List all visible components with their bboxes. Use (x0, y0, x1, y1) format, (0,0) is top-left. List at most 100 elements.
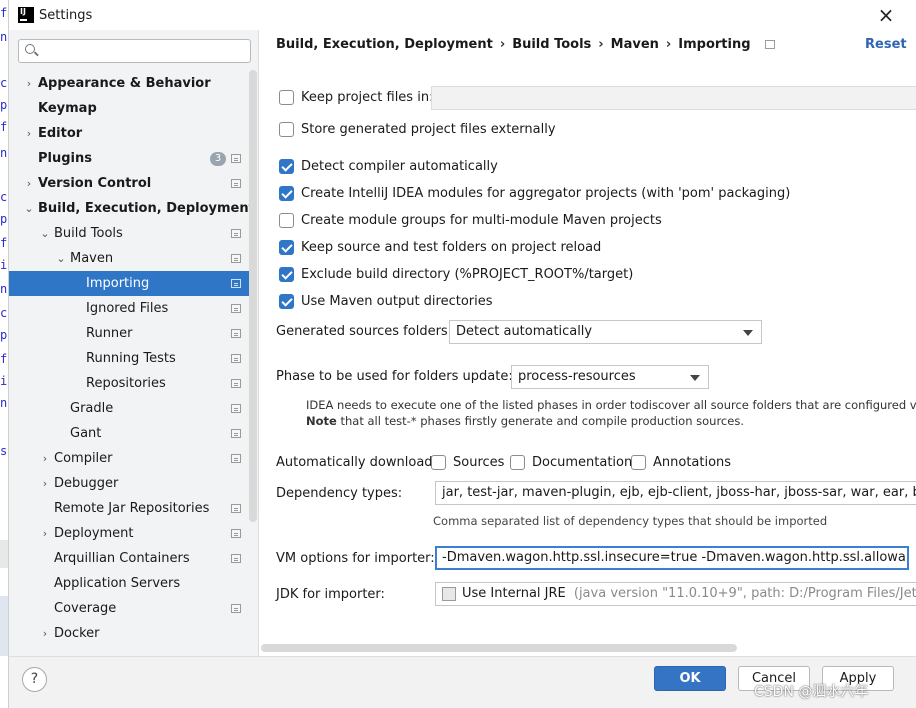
ok-button[interactable]: OK (654, 666, 726, 691)
chevron-down-icon[interactable]: ⌄ (55, 246, 67, 271)
sidebar-item[interactable]: Gradle (9, 396, 251, 421)
use-output-label: Use Maven output directories (301, 294, 493, 309)
update-count-badge: 3 (210, 152, 226, 166)
sidebar-item-label: Build Tools (54, 226, 123, 241)
chevron-right-icon[interactable]: › (23, 121, 35, 146)
close-icon[interactable]: × (875, 4, 897, 26)
project-scope-icon (231, 454, 241, 463)
generated-sources-dropdown[interactable]: Detect automatically (449, 320, 762, 344)
detect-compiler-box[interactable] (279, 159, 294, 174)
documentation-box[interactable] (510, 455, 525, 470)
exclude-build-box[interactable] (279, 267, 294, 282)
keep-source-box[interactable] (279, 240, 294, 255)
dependency-types-label: Dependency types: (276, 486, 403, 501)
sidebar-item[interactable]: Remote Jar Repositories (9, 496, 251, 521)
project-scope-icon (231, 354, 241, 363)
project-files-path-field[interactable] (431, 86, 916, 110)
sidebar-item-label: Editor (38, 126, 83, 141)
sidebar-scrollbar[interactable] (249, 70, 257, 522)
sidebar-item[interactable]: › Editor (9, 121, 251, 146)
keep-project-files-label: Keep project files in: (301, 90, 434, 105)
project-scope-icon (231, 429, 241, 438)
annotations-label: Annotations (653, 455, 732, 470)
sidebar-item[interactable]: › Version Control (9, 171, 251, 196)
breadcrumb-item: Maven (610, 37, 659, 52)
search-input[interactable] (18, 39, 251, 63)
search-field[interactable] (39, 41, 244, 61)
chevron-right-icon[interactable]: › (23, 71, 35, 96)
sidebar-item[interactable]: ⌄ Build Tools (9, 221, 251, 246)
jdk-dropdown[interactable]: Use Internal JRE (java version "11.0.10+… (435, 582, 916, 606)
phase-note-text: that all test-* phases firstly generate … (336, 414, 744, 428)
sidebar-item[interactable]: Gant (9, 421, 251, 446)
search-icon (25, 44, 35, 54)
project-scope-icon (231, 604, 241, 613)
reset-link[interactable]: Reset (865, 37, 907, 52)
create-modules-label: Create IntelliJ IDEA modules for aggrega… (301, 186, 791, 201)
project-scope-icon (231, 229, 241, 238)
sidebar-item[interactable]: ⌄ Maven (9, 246, 251, 271)
sidebar-item[interactable]: Arquillian Containers (9, 546, 251, 571)
sidebar-item[interactable]: Runner (9, 321, 251, 346)
importing-settings-panel: Keep project files in: Store generated p… (259, 60, 916, 656)
sidebar-item-label: Importing (86, 276, 150, 291)
chevron-right-icon[interactable]: › (39, 471, 51, 496)
create-modules-box[interactable] (279, 186, 294, 201)
sidebar-item-label: Maven (70, 251, 114, 266)
annotations-box[interactable] (631, 455, 646, 470)
keep-project-files-box[interactable] (279, 90, 294, 105)
generated-sources-value: Detect automatically (456, 324, 593, 339)
phase-note-line1: IDEA needs to execute one of the listed … (306, 398, 916, 412)
vm-options-input[interactable]: -Dmaven.wagon.http.ssl.insecure=true -Dm… (435, 546, 909, 570)
chevron-right-icon[interactable]: › (39, 621, 51, 646)
watermark: CSDN @泗水六年 (754, 684, 869, 700)
store-externally-box[interactable] (279, 122, 294, 137)
chevron-down-icon[interactable]: ⌄ (39, 221, 51, 246)
jdk-label: JDK for importer: (276, 587, 385, 602)
sidebar-item[interactable]: › Docker (9, 621, 251, 646)
project-scope-icon (231, 254, 241, 263)
sidebar-item[interactable]: › Deployment (9, 521, 251, 546)
sidebar-item[interactable]: ⌄ Build, Execution, Deployment (9, 196, 254, 221)
sidebar-item-label: Compiler (54, 451, 113, 466)
project-scope-icon (231, 179, 241, 188)
sidebar-item-label: Keymap (38, 101, 97, 116)
sidebar-item[interactable]: Keymap (9, 96, 251, 121)
project-scope-icon (231, 279, 241, 288)
jdk-value: Use Internal JRE (462, 586, 566, 601)
sidebar-item-label: Arquillian Containers (54, 551, 190, 566)
documentation-label: Documentation (532, 455, 633, 470)
sidebar-item[interactable]: Application Servers (9, 571, 251, 596)
sidebar-item[interactable]: Running Tests (9, 346, 251, 371)
project-scope-icon (764, 40, 775, 49)
use-output-box[interactable] (279, 294, 294, 309)
store-externally-label: Store generated project files externally (301, 122, 556, 137)
chevron-right-icon[interactable]: › (39, 446, 51, 471)
sidebar-item[interactable]: › Debugger (9, 471, 251, 496)
phase-value: process-resources (518, 369, 636, 384)
window-title: Settings (39, 8, 93, 23)
jdk-detail: (java version "11.0.10+9", path: D:/Prog… (573, 586, 916, 601)
sidebar-item[interactable]: Importing (9, 271, 251, 296)
content-scrollbar[interactable] (261, 644, 737, 652)
detect-compiler-label: Detect compiler automatically (301, 159, 498, 174)
phase-dropdown[interactable]: process-resources (511, 365, 709, 389)
sidebar-item[interactable]: › Compiler (9, 446, 251, 471)
sidebar-item[interactable]: Repositories (9, 371, 251, 396)
sidebar-item[interactable]: Coverage (9, 596, 251, 621)
phase-note-bold: Note (306, 414, 337, 428)
chevron-right-icon[interactable]: › (23, 171, 35, 196)
sidebar-item[interactable]: › Appearance & Behavior (9, 71, 251, 96)
chevron-right-icon[interactable]: › (39, 521, 51, 546)
sidebar-item[interactable]: Plugins 3 (9, 146, 251, 171)
dependency-types-input[interactable]: jar, test-jar, maven-plugin, ejb, ejb-cl… (435, 481, 916, 505)
sidebar-item-label: Build, Execution, Deployment (38, 201, 255, 216)
breadcrumb-item: Build Tools (512, 37, 592, 52)
chevron-down-icon[interactable]: ⌄ (23, 196, 35, 221)
help-button[interactable]: ? (22, 667, 47, 692)
sidebar-item-label: Docker (54, 626, 100, 641)
sidebar-item[interactable]: Ignored Files (9, 296, 251, 321)
sidebar-item-label: Coverage (54, 601, 117, 616)
create-groups-box[interactable] (279, 213, 294, 228)
sources-box[interactable] (431, 455, 446, 470)
